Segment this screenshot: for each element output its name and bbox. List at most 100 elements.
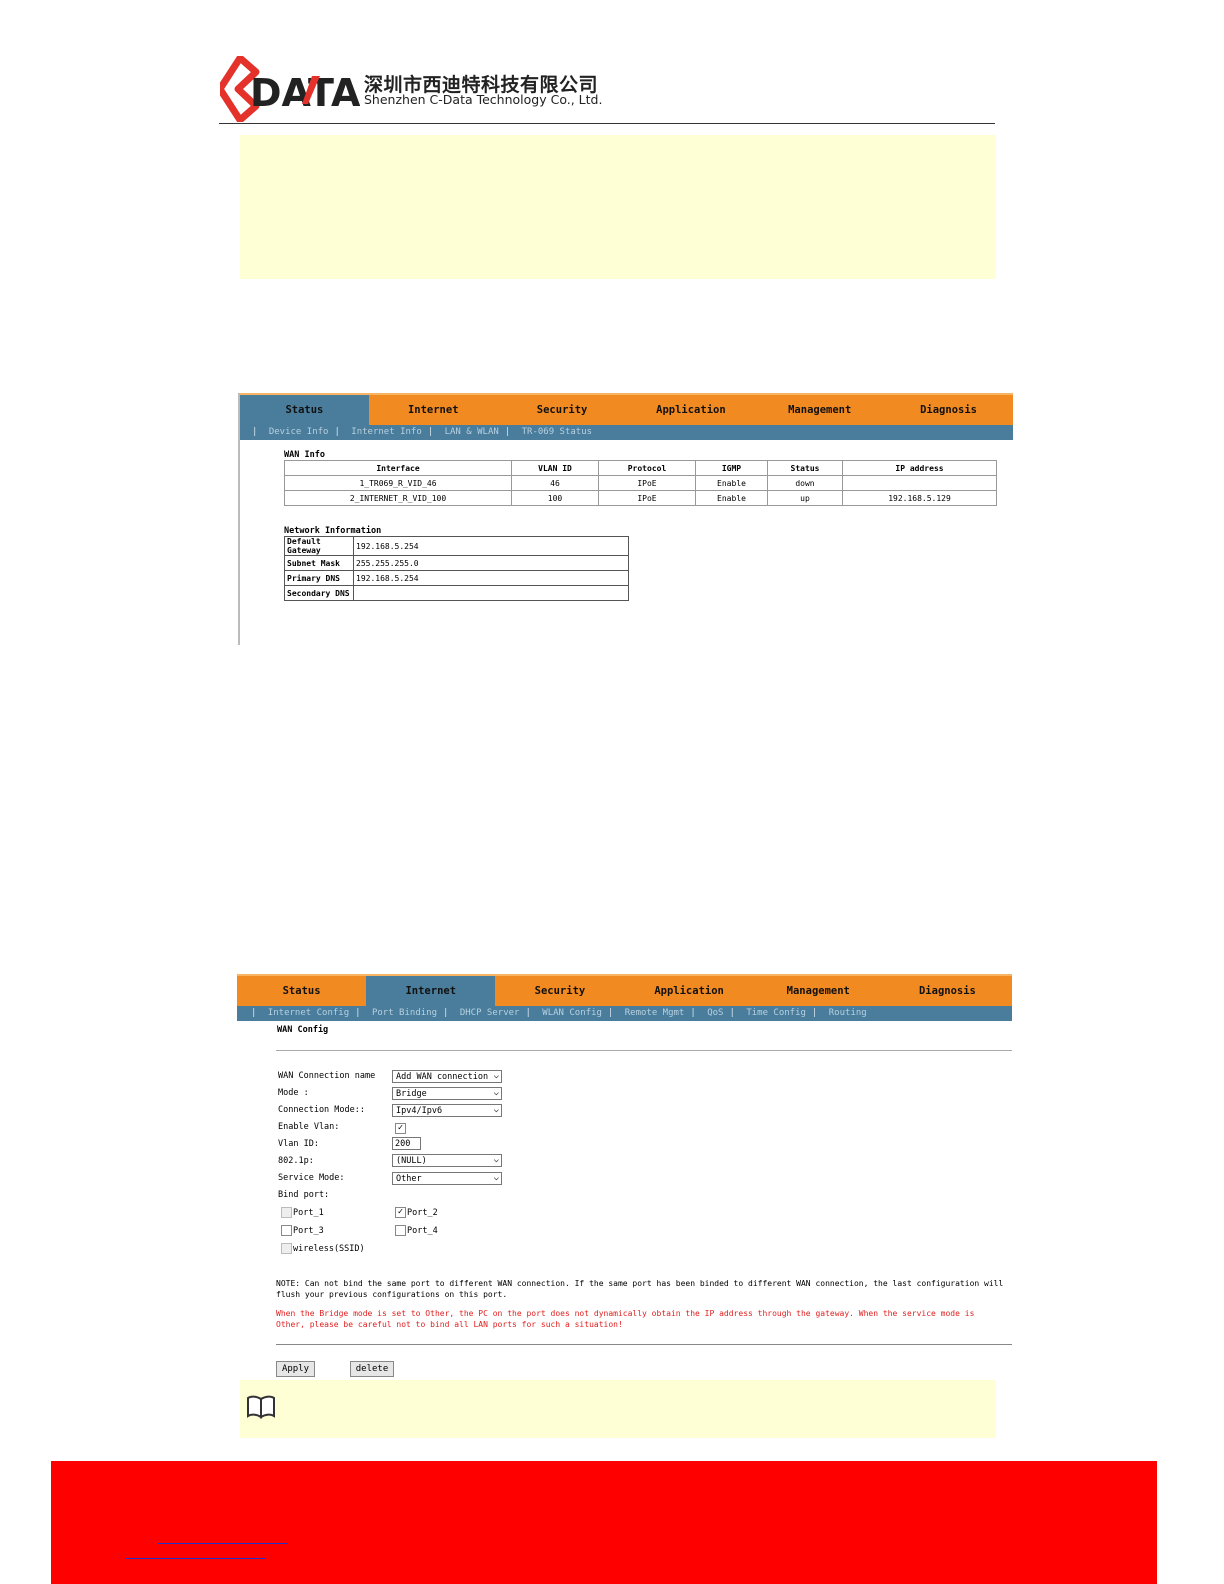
cell-key: Default Gateway [284,536,354,556]
port4-label: Port_4 [407,1226,438,1236]
cell-value [353,585,629,601]
col-igmp: IGMP [695,460,768,476]
cell-ip-address [842,475,997,491]
wan-connection-value: Add WAN connection [396,1072,489,1082]
subnav-port-binding[interactable]: Port Binding [372,1008,437,1018]
cell-key: Secondary DNS [284,585,354,601]
col-vlan-id: VLAN ID [511,460,599,476]
p8021p-select[interactable]: (NULL) ⌵ [392,1154,502,1167]
port1-checkbox[interactable] [281,1207,292,1218]
warning-text: When the Bridge mode is set to Other, th… [276,1309,975,1329]
table-row: 2_INTERNET_R_VID_100 100 IPoE Enable up … [284,490,997,506]
cell-value: 255.255.255.0 [353,555,629,571]
wan-info-title: WAN Info [284,450,325,460]
company-logo: DATA [220,56,360,122]
connection-mode-label: Connection Mode:: [278,1105,365,1115]
divider [276,1050,1012,1051]
subnav-routing[interactable]: Routing [829,1008,867,1018]
table-row: Primary DNS 192.168.5.254 [284,570,629,586]
cell-vlan-id: 100 [511,490,599,506]
subnav-device-info[interactable]: Device Info [269,427,329,437]
tab-security[interactable]: Security [498,395,627,425]
mode-value: Bridge [396,1089,427,1099]
subnav-remote-mgmt[interactable]: Remote Mgmt [625,1008,685,1018]
subnav-internet-info[interactable]: Internet Info [351,427,421,437]
tab-diagnosis[interactable]: Diagnosis [883,976,1012,1006]
col-protocol: Protocol [598,460,696,476]
enable-vlan-checkbox[interactable]: ✓ [395,1123,406,1134]
network-info-title: Network Information [284,526,382,536]
table-row: Default Gateway 192.168.5.254 [284,536,629,556]
connection-mode-select[interactable]: Ipv4/Ipv6 ⌵ [392,1104,502,1117]
header-rule [219,123,995,124]
table-row: Subnet Mask 255.255.255.0 [284,555,629,571]
vlan-id-input[interactable]: 200 [392,1137,421,1150]
mode-select[interactable]: Bridge ⌵ [392,1087,502,1100]
tab-status[interactable]: Status [237,976,366,1006]
tab-management[interactable]: Management [755,395,884,425]
tab-management[interactable]: Management [754,976,883,1006]
cell-interface: 1_TR069_R_VID_46 [284,475,512,491]
cell-value: 192.168.5.254 [353,570,629,586]
table-row: 1_TR069_R_VID_46 46 IPoE Enable down [284,475,997,491]
note-box-bottom [240,1380,996,1438]
status-screenshot: Status Internet Security Application Man… [238,393,1013,645]
tab-application[interactable]: Application [625,976,754,1006]
tab-status[interactable]: Status [240,395,369,425]
tab-application[interactable]: Application [626,395,755,425]
tab-internet[interactable]: Internet [369,395,498,425]
port4-checkbox[interactable] [395,1225,406,1236]
subnav-internet-config[interactable]: Internet Config [268,1008,349,1018]
wireless-label: wireless(SSID) [293,1244,365,1254]
tab-diagnosis[interactable]: Diagnosis [884,395,1013,425]
tab-internet[interactable]: Internet [366,976,496,1006]
chevron-down-icon: ⌵ [493,1088,499,1098]
port1-label: Port_1 [293,1208,324,1218]
wireless-checkbox[interactable] [281,1243,292,1254]
wan-info-table: Interface VLAN ID Protocol IGMP Status I… [284,460,997,506]
connection-mode-value: Ipv4/Ipv6 [396,1106,443,1116]
note-text: NOTE: Can not bind the same port to diff… [276,1279,1004,1299]
subnav-qos[interactable]: QoS [707,1008,723,1018]
cell-value: 192.168.5.254 [353,536,629,556]
cell-protocol: IPoE [598,490,696,506]
cell-key: Primary DNS [284,570,354,586]
sub-navbar: | Device Info | Internet Info | LAN & WLAN… [240,425,1013,440]
company-name-en: Shenzhen C-Data Technology Co., Ltd. [364,92,603,107]
col-status: Status [767,460,843,476]
sub-navbar: | Internet Config | Port Binding | DHCP Se… [237,1006,1012,1021]
chevron-down-icon: ⌵ [493,1173,499,1183]
subnav-tr069-status[interactable]: TR-069 Status [522,427,592,437]
tab-security[interactable]: Security [495,976,624,1006]
subnav-dhcp-server[interactable]: DHCP Server [460,1008,520,1018]
subnav-time-config[interactable]: Time Config [746,1008,806,1018]
cell-interface: 2_INTERNET_R_VID_100 [284,490,512,506]
apply-button[interactable]: Apply [276,1361,315,1377]
subnav-wlan-config[interactable]: WLAN Config [542,1008,602,1018]
footer-link-underline [158,1543,288,1544]
network-info-table: Default Gateway 192.168.5.254 Subnet Mask… [284,536,629,601]
delete-button[interactable]: delete [350,1361,394,1377]
port3-checkbox[interactable] [281,1225,292,1236]
cell-protocol: IPoE [598,475,696,491]
port2-label: Port_2 [407,1208,438,1218]
chevron-down-icon: ⌵ [493,1071,499,1081]
cell-igmp: Enable [695,475,768,491]
wan-config-title: WAN Config [277,1025,329,1035]
port2-checkbox[interactable]: ✓ [395,1207,406,1218]
col-ip-address: IP address [842,460,997,476]
table-row: Secondary DNS [284,585,629,601]
vlan-id-label: Vlan ID: [278,1139,319,1149]
subnav-lan-wlan[interactable]: LAN & WLAN [445,427,499,437]
main-tabbar: Status Internet Security Application Man… [240,393,1013,425]
wan-connection-select[interactable]: Add WAN connection ⌵ [392,1070,502,1083]
service-mode-select[interactable]: Other ⌵ [392,1172,502,1185]
service-mode-value: Other [396,1174,422,1184]
p8021p-value: (NULL) [396,1156,427,1166]
divider [276,1344,1012,1345]
footer-bar [51,1461,1157,1584]
wan-connection-label: WAN Connection name [278,1071,376,1081]
enable-vlan-label: Enable Vlan: [278,1122,340,1132]
footer-link-underline [126,1558,266,1559]
cell-status: down [767,475,843,491]
